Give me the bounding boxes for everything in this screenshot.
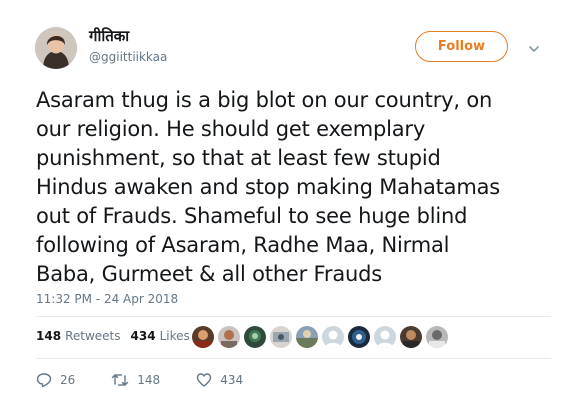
avatar[interactable]	[35, 27, 77, 69]
divider	[36, 358, 551, 359]
follow-button[interactable]: Follow	[415, 31, 508, 62]
engagement-stats: 148 Retweets 434 Likes	[36, 329, 200, 343]
tweet-actions: 26 148 434	[36, 372, 279, 388]
tweet-text: Asaram thug is a big blot on our country…	[36, 88, 501, 286]
retweets-label: Retweets	[65, 329, 121, 343]
retweet-icon	[112, 374, 129, 386]
reply-icon	[36, 373, 52, 388]
divider	[36, 316, 551, 317]
reply-button[interactable]: 26	[36, 372, 75, 388]
liker-avatar[interactable]	[322, 326, 344, 348]
liker-avatar[interactable]	[218, 326, 240, 348]
likes-stat[interactable]: 434 Likes	[131, 329, 190, 343]
reply-count: 26	[60, 373, 76, 387]
user-handle[interactable]: @ggiittiikkaa	[89, 50, 167, 64]
liker-avatar[interactable]	[270, 326, 292, 348]
liker-avatar[interactable]	[348, 326, 370, 348]
liker-avatar[interactable]	[426, 326, 448, 348]
liker-avatar[interactable]	[296, 326, 318, 348]
liker-avatar[interactable]	[192, 326, 214, 348]
retweets-count: 148	[36, 329, 62, 343]
likes-count: 434	[130, 329, 156, 343]
profile-photo-icon	[35, 27, 77, 69]
liker-avatars	[192, 326, 452, 348]
chevron-down-icon[interactable]	[527, 41, 541, 55]
tweet-timestamp[interactable]: 11:32 PM - 24 Apr 2018	[36, 292, 178, 306]
heart-icon	[196, 373, 212, 387]
likes-label: Likes	[159, 329, 190, 343]
liker-avatar[interactable]	[374, 326, 396, 348]
retweet-button[interactable]: 148	[111, 372, 160, 388]
like-button[interactable]: 434	[196, 372, 243, 388]
liker-avatar[interactable]	[244, 326, 266, 348]
display-name[interactable]: गीतिका	[89, 26, 129, 46]
liker-avatar[interactable]	[400, 326, 422, 348]
retweet-count: 148	[137, 373, 161, 387]
like-count: 434	[220, 373, 244, 387]
retweets-stat[interactable]: 148 Retweets	[36, 329, 121, 343]
